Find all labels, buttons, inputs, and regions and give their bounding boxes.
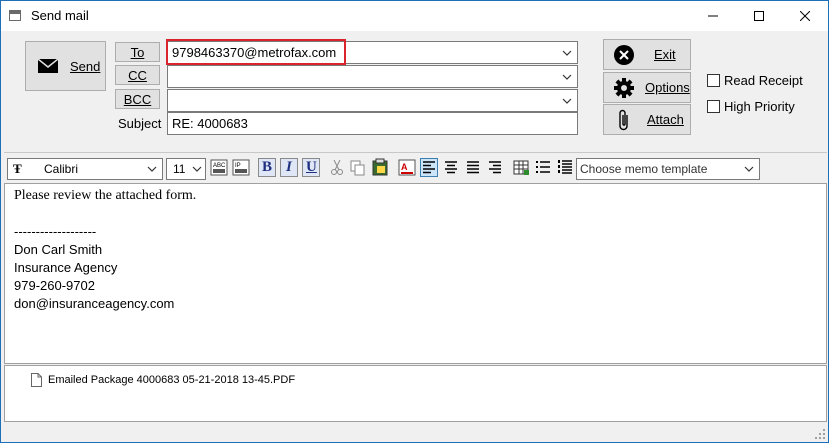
spellcheck-icon[interactable]: ABC [210,158,228,177]
resize-grip-icon[interactable] [814,428,826,440]
toolbar-divider [4,152,827,153]
send-label: Send [70,58,101,74]
svg-text:A: A [401,162,408,172]
cc-label: CC [128,67,147,83]
text-color-icon[interactable]: A [398,158,416,177]
attachment-item[interactable]: Emailed Package 4000683 05-21-2018 13-45… [31,373,295,387]
field-insert-icon[interactable]: IP [232,158,250,177]
signature-email: don@insuranceagency.com [14,296,175,311]
close-circle-icon [614,44,634,65]
italic-icon[interactable]: I [280,158,298,177]
message-line: Please review the attached form. [14,188,197,203]
exit-label: Exit [654,47,676,62]
font-family-select[interactable]: Ŧ Calibri [7,158,163,180]
memo-template-select[interactable]: Choose memo template [576,158,760,180]
cc-button[interactable]: CC [115,65,160,85]
options-label: Options [645,80,690,95]
bcc-button[interactable]: BCC [115,89,160,109]
numbered-list-icon[interactable] [556,158,574,177]
cut-icon[interactable] [328,158,346,177]
font-size-value: 11 [173,162,186,176]
read-receipt-checkbox[interactable] [707,74,720,87]
options-button[interactable]: Options [603,72,691,103]
window-title: Send mail [31,8,89,23]
chevron-down-icon[interactable] [561,70,573,84]
copy-icon[interactable] [349,158,367,177]
chevron-down-icon[interactable] [743,162,755,176]
svg-text:IP: IP [235,163,241,169]
bullet-list-icon[interactable] [534,158,552,177]
chevron-down-icon[interactable] [146,162,158,176]
bcc-field[interactable] [167,89,578,112]
close-button[interactable] [782,1,828,31]
signature-name: Don Carl Smith [14,242,103,257]
align-left-icon[interactable] [420,158,438,177]
chevron-down-icon[interactable] [561,94,573,108]
paperclip-icon [619,109,628,130]
chevron-down-icon[interactable] [561,46,573,60]
chevron-down-icon[interactable] [191,162,203,176]
subject-field[interactable]: RE: 4000683 [167,112,578,135]
font-family-value: Calibri [44,162,79,176]
app-window-icon [9,10,21,21]
subject-label: Subject [118,116,162,131]
subject-value: RE: 4000683 [172,116,248,131]
read-receipt-label: Read Receipt [724,73,803,88]
attachments-list: Emailed Package 4000683 05-21-2018 13-45… [4,365,827,422]
title-bar: Send mail [1,1,828,31]
memo-template-value: Choose memo template [580,162,708,176]
document-icon [31,373,42,387]
attach-button[interactable]: Attach [603,104,691,135]
align-right-icon[interactable] [486,158,504,177]
minimize-icon [708,15,718,17]
send-button[interactable]: Send [25,41,106,91]
envelope-icon [38,59,58,73]
minimize-button[interactable] [690,1,736,31]
signature-company: Insurance Agency [14,260,118,275]
table-icon[interactable] [512,158,530,177]
exit-button[interactable]: Exit [603,39,691,70]
gear-icon [614,77,634,98]
high-priority-label: High Priority [724,99,795,114]
cc-field[interactable] [167,65,578,88]
font-type-icon: Ŧ [13,161,22,176]
font-size-select[interactable]: 11 [166,158,206,180]
maximize-icon [754,11,764,21]
close-icon [800,11,810,21]
to-button[interactable]: To [115,42,160,62]
underline-icon[interactable]: U [302,158,320,177]
bold-icon[interactable]: B [258,158,276,177]
to-highlight-box [166,39,346,65]
paste-icon[interactable] [371,158,389,177]
signature-separator: ------------------- [14,224,97,239]
align-center-icon[interactable] [442,158,460,177]
justify-icon[interactable] [464,158,482,177]
attachment-filename: Emailed Package 4000683 05-21-2018 13-45… [48,374,296,386]
to-label: To [130,44,145,60]
message-body[interactable]: Please review the attached form. -------… [4,183,827,364]
maximize-button[interactable] [736,1,782,31]
status-bar [1,424,828,442]
attach-label: Attach [647,112,684,127]
send-mail-window: Send mail Send To CC BCC Subject 9798463… [0,0,829,443]
high-priority-checkbox[interactable] [707,100,720,113]
bcc-label: BCC [123,91,152,107]
svg-text:ABC: ABC [213,163,226,169]
signature-phone: 979-260-9702 [14,278,95,293]
